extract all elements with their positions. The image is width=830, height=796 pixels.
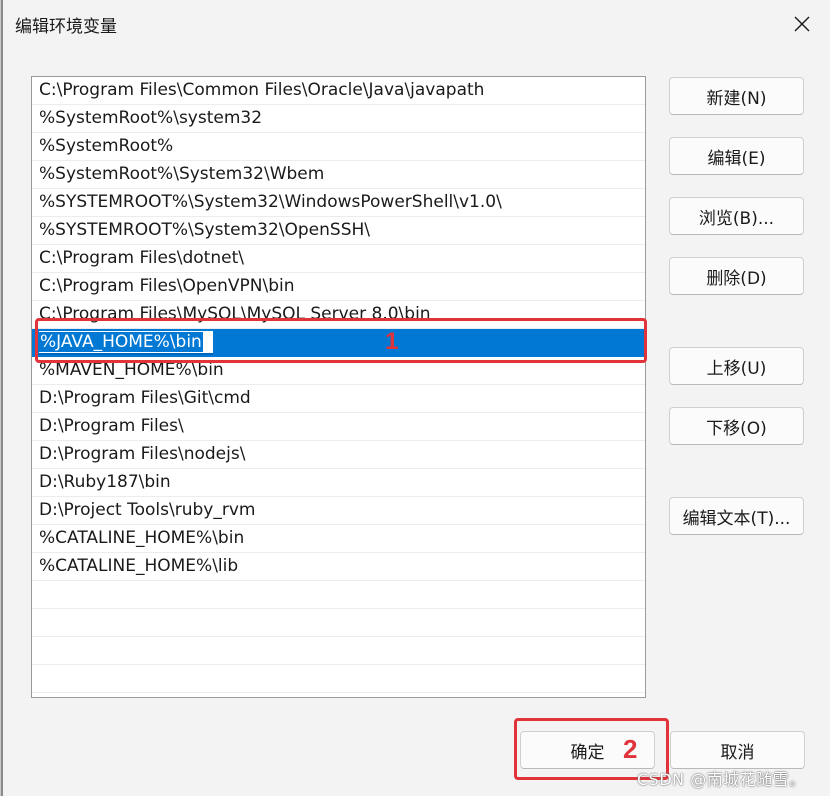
move-up-button[interactable]: 上移(U) <box>669 347 804 385</box>
list-item-empty[interactable] <box>32 609 645 637</box>
list-item[interactable]: D:\Ruby187\bin <box>32 469 645 497</box>
list-item-text: %SystemRoot% <box>39 136 174 156</box>
list-item[interactable]: %SYSTEMROOT%\System32\WindowsPowerShell\… <box>32 189 645 217</box>
cancel-button[interactable]: 取消 <box>670 731 805 769</box>
dialog-title: 编辑环境变量 <box>15 17 117 37</box>
list-item[interactable]: %CATALINE_HOME%\bin <box>32 525 645 553</box>
ok-button-label: 确定 <box>570 742 605 763</box>
list-item-selected[interactable]: %JAVA_HOME%\bin <box>32 329 645 357</box>
watermark: CSDN @南城花随雪。 <box>637 770 806 789</box>
annotation-number-step1: 1 <box>385 328 399 355</box>
list-item-text: %CATALINE_HOME%\bin <box>39 528 245 548</box>
edit-env-variable-dialog: 编辑环境变量 C:\Program Files\Common Files\Ora… <box>0 0 830 796</box>
list-item-text: C:\Program Files\Common Files\Oracle\Jav… <box>39 80 485 100</box>
list-item[interactable]: C:\Program Files\MySQL\MySQL Server 8.0\… <box>32 301 645 329</box>
list-item[interactable]: %MAVEN_HOME%\bin <box>32 357 645 385</box>
annotation-number-step2: 2 <box>623 734 638 764</box>
list-item-empty[interactable] <box>32 581 645 609</box>
list-item-empty[interactable] <box>32 665 645 693</box>
list-item[interactable]: D:\Project Tools\ruby_rvm <box>32 497 645 525</box>
list-item[interactable]: C:\Program Files\Common Files\Oracle\Jav… <box>32 77 645 105</box>
list-item-text: %JAVA_HOME%\bin <box>39 332 203 352</box>
list-item[interactable]: C:\Program Files\dotnet\ <box>32 245 645 273</box>
window-edge <box>1 0 3 796</box>
path-list[interactable]: C:\Program Files\Common Files\Oracle\Jav… <box>31 76 646 698</box>
list-item-text: %SYSTEMROOT%\System32\WindowsPowerShell\… <box>39 192 502 212</box>
new-button[interactable]: 新建(N) <box>669 77 804 115</box>
close-button[interactable] <box>781 6 823 42</box>
edit-button[interactable]: 编辑(E) <box>669 137 804 175</box>
list-item-text: D:\Project Tools\ruby_rvm <box>39 500 256 520</box>
list-item[interactable]: D:\Program Files\Git\cmd <box>32 385 645 413</box>
list-item-text: %SYSTEMROOT%\System32\OpenSSH\ <box>39 220 371 240</box>
list-item[interactable]: %SystemRoot%\System32\Wbem <box>32 161 645 189</box>
close-icon <box>794 16 810 32</box>
list-item-text: C:\Program Files\dotnet\ <box>39 248 244 268</box>
list-item[interactable]: D:\Program Files\ <box>32 413 645 441</box>
list-item-text: D:\Program Files\Git\cmd <box>39 388 251 408</box>
list-item-empty[interactable] <box>32 637 645 665</box>
list-item-text: C:\Program Files\MySQL\MySQL Server 8.0\… <box>39 304 431 324</box>
list-item[interactable]: D:\Program Files\nodejs\ <box>32 441 645 469</box>
list-item-text: C:\Program Files\OpenVPN\bin <box>39 276 295 296</box>
list-item[interactable]: %SYSTEMROOT%\System32\OpenSSH\ <box>32 217 645 245</box>
list-item-text: %MAVEN_HOME%\bin <box>39 360 224 380</box>
list-item[interactable]: C:\Program Files\OpenVPN\bin <box>32 273 645 301</box>
list-item-text: %SystemRoot%\system32 <box>39 108 263 128</box>
list-item-text: %SystemRoot%\System32\Wbem <box>39 164 325 184</box>
inline-edit-field[interactable]: %JAVA_HOME%\bin <box>39 331 213 355</box>
list-item-text: D:\Program Files\nodejs\ <box>39 444 246 464</box>
list-item[interactable]: %SystemRoot% <box>32 133 645 161</box>
delete-button[interactable]: 删除(D) <box>669 257 804 295</box>
edit-text-button[interactable]: 编辑文本(T)... <box>669 497 804 535</box>
list-item-text: %CATALINE_HOME%\lib <box>39 556 239 576</box>
list-item[interactable]: %CATALINE_HOME%\lib <box>32 553 645 581</box>
browse-button[interactable]: 浏览(B)... <box>669 197 804 235</box>
move-down-button[interactable]: 下移(O) <box>669 407 804 445</box>
list-item-text: D:\Ruby187\bin <box>39 472 171 492</box>
list-item[interactable]: %SystemRoot%\system32 <box>32 105 645 133</box>
list-item-text: D:\Program Files\ <box>39 416 184 436</box>
